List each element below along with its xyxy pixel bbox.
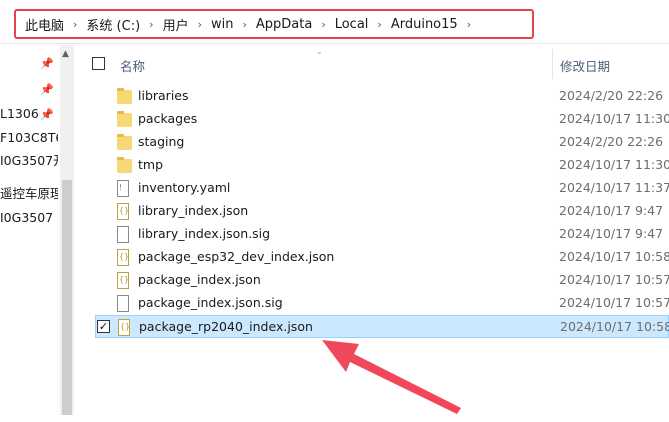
navigation-pane: 📌 📌 L1306 📌 F103C8T6 I0G3507开 遥控车原理 I0G3… bbox=[0, 45, 58, 422]
yaml-file-icon: ! bbox=[117, 180, 129, 197]
column-divider[interactable] bbox=[552, 49, 553, 79]
row-checkbox[interactable]: ✓ bbox=[97, 320, 110, 333]
breadcrumb-item[interactable]: Local bbox=[335, 17, 369, 32]
file-row[interactable]: {} package_index.json 2024/10/17 10:57 bbox=[95, 269, 669, 292]
breadcrumb-item[interactable]: 系统 (C:) bbox=[86, 15, 140, 34]
chevron-right-icon[interactable]: › bbox=[149, 18, 153, 31]
json-file-icon: {} bbox=[117, 203, 129, 220]
nav-item[interactable]: F103C8T6 bbox=[0, 128, 58, 148]
breadcrumb-item[interactable]: win bbox=[211, 17, 233, 32]
file-row[interactable]: library_index.json.sig 2024/10/17 9:47 bbox=[95, 223, 669, 246]
nav-item[interactable]: L1306 bbox=[0, 104, 39, 124]
file-name: package_esp32_dev_index.json bbox=[138, 249, 335, 264]
file-name: tmp bbox=[138, 157, 164, 172]
scroll-up-icon[interactable]: ▲ bbox=[62, 49, 69, 59]
folder-icon bbox=[117, 134, 132, 150]
file-date: 2024/10/17 10:57 bbox=[559, 272, 669, 287]
file-row[interactable]: ! inventory.yaml 2024/10/17 11:37 bbox=[95, 177, 669, 200]
json-file-icon: {} bbox=[117, 249, 129, 266]
file-date: 2024/10/17 9:47 bbox=[559, 226, 664, 241]
sort-caret-icon: ⌄ bbox=[316, 47, 323, 56]
file-name: libraries bbox=[138, 88, 189, 103]
scrollbar-thumb[interactable] bbox=[62, 180, 72, 415]
column-date-modified[interactable]: 修改日期 bbox=[560, 56, 610, 75]
file-row[interactable]: libraries 2024/2/20 22:26 bbox=[95, 85, 669, 108]
nav-item[interactable]: 遥控车原理 bbox=[0, 184, 58, 204]
chevron-right-icon[interactable]: › bbox=[73, 18, 77, 31]
file-row[interactable]: packages 2024/10/17 11:30 bbox=[95, 108, 669, 131]
file-row[interactable]: {} library_index.json 2024/10/17 9:47 bbox=[95, 200, 669, 223]
folder-icon bbox=[117, 157, 132, 173]
nav-item[interactable]: I0G3507 bbox=[0, 208, 53, 228]
file-name: packages bbox=[138, 111, 198, 126]
chevron-right-icon[interactable]: › bbox=[242, 18, 246, 31]
breadcrumb[interactable]: 此电脑 › 系统 (C:) › 用户 › win › AppData › Local › Arduino… bbox=[14, 9, 534, 39]
folder-icon bbox=[117, 111, 132, 127]
file-row[interactable]: tmp 2024/10/17 11:30 bbox=[95, 154, 669, 177]
file-name: package_index.json.sig bbox=[138, 295, 283, 310]
chevron-right-icon[interactable]: › bbox=[377, 18, 381, 31]
file-name: staging bbox=[138, 134, 185, 149]
file-date: 2024/2/20 22:26 bbox=[559, 134, 664, 149]
breadcrumb-item[interactable]: Arduino15 bbox=[391, 17, 458, 32]
file-date: 2024/10/17 9:47 bbox=[559, 203, 664, 218]
column-name[interactable]: 名称 bbox=[120, 56, 145, 75]
file-row[interactable]: {} package_esp32_dev_index.json 2024/10/17… bbox=[95, 246, 669, 269]
file-date: 2024/2/20 22:26 bbox=[559, 88, 664, 103]
file-name: package_index.json bbox=[138, 272, 261, 287]
file-icon bbox=[117, 226, 129, 243]
file-date: 2024/10/17 11:30 bbox=[559, 111, 669, 126]
folder-icon bbox=[117, 88, 132, 104]
pin-icon: 📌 bbox=[40, 83, 54, 96]
pin-icon: 📌 bbox=[40, 57, 54, 70]
nav-scrollbar[interactable]: ▲ bbox=[60, 45, 74, 415]
chevron-right-icon[interactable]: › bbox=[198, 18, 202, 31]
address-bar: 此电脑 › 系统 (C:) › 用户 › win › AppData › Local › Arduino… bbox=[0, 0, 669, 44]
column-header: ⌄ 名称 修改日期 bbox=[76, 45, 669, 81]
breadcrumb-item[interactable]: AppData bbox=[256, 17, 312, 32]
file-date: 2024/10/17 11:30 bbox=[559, 157, 669, 172]
file-date: 2024/10/17 10:58 bbox=[560, 319, 669, 334]
breadcrumb-item[interactable]: 此电脑 bbox=[25, 15, 64, 34]
file-date: 2024/10/17 10:58 bbox=[559, 249, 669, 264]
file-name: library_index.json.sig bbox=[138, 226, 271, 241]
file-date: 2024/10/17 11:37 bbox=[559, 180, 669, 195]
breadcrumb-item[interactable]: 用户 bbox=[163, 15, 189, 34]
pin-icon: 📌 bbox=[40, 108, 54, 121]
file-date: 2024/10/17 10:57 bbox=[559, 295, 669, 310]
chevron-right-icon[interactable]: › bbox=[321, 18, 325, 31]
file-name: library_index.json bbox=[138, 203, 249, 218]
nav-item[interactable]: I0G3507开 bbox=[0, 151, 58, 171]
file-name: package_rp2040_index.json bbox=[139, 319, 313, 334]
json-file-icon: {} bbox=[117, 272, 129, 289]
select-all-checkbox[interactable] bbox=[92, 57, 105, 70]
file-name: inventory.yaml bbox=[138, 180, 231, 195]
file-row[interactable]: staging 2024/2/20 22:26 bbox=[95, 131, 669, 154]
file-row[interactable]: package_index.json.sig 2024/10/17 10:57 bbox=[95, 292, 669, 315]
chevron-right-icon[interactable]: › bbox=[467, 18, 471, 31]
annotation-arrow-icon bbox=[322, 340, 461, 414]
json-file-icon: {} bbox=[118, 319, 130, 336]
file-icon bbox=[117, 295, 129, 312]
